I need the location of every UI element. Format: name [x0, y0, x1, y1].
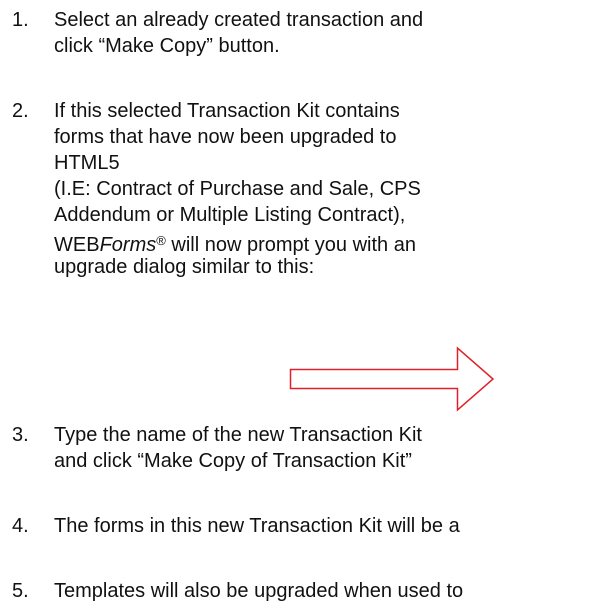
step-line: Type the name of the new Transaction Kit [54, 424, 422, 446]
step-text: Type the name of the new Transaction Kit… [54, 422, 422, 474]
registered-mark: ® [156, 233, 166, 248]
brand-suffix: will now prompt you with an [165, 234, 416, 256]
step-number: 3. [12, 424, 29, 446]
step-line: upgrade dialog similar to this: [54, 256, 315, 278]
step-number: 4. [12, 515, 29, 537]
step-number: 2. [12, 100, 29, 122]
step-line: HTML5 [54, 152, 120, 174]
step-line: Templates will also be upgraded when use… [54, 580, 464, 602]
step-text: The forms in this new Transaction Kit wi… [54, 513, 460, 539]
step-number: 1. [12, 9, 29, 31]
brand-line: WEBForms® will now prompt you with an [54, 228, 421, 256]
right-arrow-outline-icon [289, 346, 495, 412]
step-line: click “Make Copy” button. [54, 35, 280, 57]
step-line: (I.E: Contract of Purchase and Sale, CPS [54, 178, 421, 200]
step-line: Addendum or Multiple Listing Contract), [54, 204, 406, 226]
step-line: If this selected Transaction Kit contain… [54, 100, 400, 122]
step-text: Templates will also be upgraded when use… [54, 578, 463, 604]
brand-italic: Forms [99, 234, 157, 256]
step-line: Select an already created transaction an… [54, 9, 424, 31]
step-number: 5. [12, 580, 29, 602]
step-text: If this selected Transaction Kit contain… [54, 98, 421, 280]
step-line: forms that have now been upgraded to [54, 126, 397, 148]
instructions-document: 1. Select an already created transaction… [0, 0, 600, 612]
step-line: The forms in this new Transaction Kit wi… [54, 515, 460, 537]
brand-prefix: WEB [54, 234, 100, 256]
step-line: and click “Make Copy of Transaction Kit” [54, 450, 412, 472]
step-text: Select an already created transaction an… [54, 7, 423, 59]
